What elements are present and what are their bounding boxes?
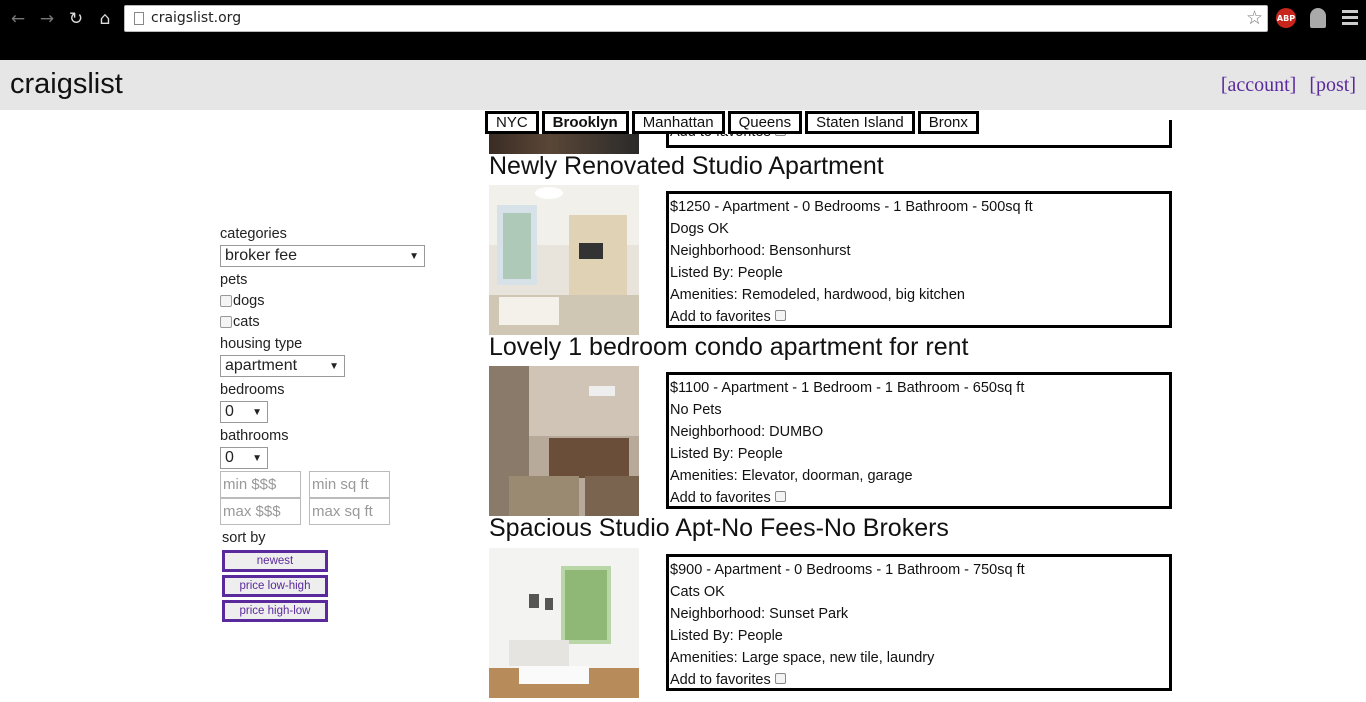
browser-toolbar: ← → ↻ ⌂ craigslist.org ☆ ABP xyxy=(0,0,1366,60)
bathrooms-selected-value: 0 xyxy=(225,449,234,466)
reload-icon[interactable]: ↻ xyxy=(65,8,87,30)
listing-pets: Cats OK xyxy=(670,584,725,600)
dropdown-arrow-icon: ▼ xyxy=(329,361,339,372)
listing-listed-by: Listed By: People xyxy=(670,265,783,281)
home-icon[interactable]: ⌂ xyxy=(94,8,116,30)
housing-type-selected-value: apartment xyxy=(225,357,298,374)
forward-arrow-icon[interactable]: → xyxy=(36,8,58,30)
add-to-favorites[interactable]: Add to favorites xyxy=(670,487,1169,509)
listing-pets: No Pets xyxy=(670,402,722,418)
tab-staten-island[interactable]: Staten Island xyxy=(805,111,915,134)
location-tabs: NYC Brooklyn Manhattan Queens Staten Isl… xyxy=(485,111,982,134)
listing-amenities: Amenities: Large space, new tile, laundr… xyxy=(670,650,935,666)
pets-option-dogs[interactable]: dogs xyxy=(220,293,264,309)
listing-pets: Dogs OK xyxy=(670,221,729,237)
site-header: craigslist [account] [post] xyxy=(0,60,1366,110)
pets-option-cats[interactable]: cats xyxy=(220,314,260,330)
bookmark-star-icon[interactable]: ☆ xyxy=(1246,7,1263,29)
listing-photo[interactable] xyxy=(489,185,639,335)
account-link[interactable]: [account] xyxy=(1221,74,1297,96)
bathrooms-label: bathrooms xyxy=(220,428,289,444)
bedrooms-selected-value: 0 xyxy=(225,403,234,420)
min-sqft-input[interactable]: min sq ft xyxy=(309,471,390,498)
tab-bronx[interactable]: Bronx xyxy=(917,111,979,134)
page-icon xyxy=(134,12,144,25)
listing-neighborhood: Neighborhood: Bensonhurst xyxy=(670,243,851,259)
bedrooms-select[interactable]: 0 ▼ xyxy=(220,401,268,423)
listing-title[interactable]: Spacious Studio Apt-No Fees-No Brokers xyxy=(489,514,949,543)
add-to-favorites-label: Add to favorites xyxy=(670,490,771,506)
add-to-favorites[interactable]: Add to favorites xyxy=(670,306,1169,328)
dogs-checkbox[interactable] xyxy=(220,295,232,307)
add-to-favorites[interactable]: Add to favorites xyxy=(670,669,1169,691)
listing-details: $900 - Apartment - 0 Bedrooms - 1 Bathro… xyxy=(666,554,1172,691)
dogs-label: dogs xyxy=(233,293,265,309)
listing-summary: $1100 - Apartment - 1 Bedroom - 1 Bathro… xyxy=(670,380,1025,396)
tab-nyc[interactable]: NYC xyxy=(485,111,539,134)
listing-summary: $900 - Apartment - 0 Bedrooms - 1 Bathro… xyxy=(670,562,1025,578)
cats-label: cats xyxy=(233,314,260,330)
housing-type-select[interactable]: apartment ▼ xyxy=(220,355,345,377)
back-arrow-icon[interactable]: ← xyxy=(7,8,29,30)
categories-label: categories xyxy=(220,226,287,242)
cats-checkbox[interactable] xyxy=(220,316,232,328)
listing-amenities: Amenities: Remodeled, hardwood, big kitc… xyxy=(670,287,965,303)
listing-amenities: Amenities: Elevator, doorman, garage xyxy=(670,468,913,484)
sort-newest-button[interactable]: newest xyxy=(222,550,328,572)
site-logo[interactable]: craigslist xyxy=(10,68,123,101)
ghostery-extension-icon[interactable] xyxy=(1310,8,1326,28)
tab-manhattan[interactable]: Manhattan xyxy=(631,111,725,134)
categories-select[interactable]: broker fee ▼ xyxy=(220,245,425,267)
dropdown-arrow-icon: ▼ xyxy=(409,251,419,262)
listing-title[interactable]: Newly Renovated Studio Apartment xyxy=(489,152,884,181)
listing-title[interactable]: Lovely 1 bedroom condo apartment for ren… xyxy=(489,333,968,362)
listing-listed-by: Listed By: People xyxy=(670,628,783,644)
browser-menu-icon[interactable] xyxy=(1342,10,1358,26)
tab-queens[interactable]: Queens xyxy=(727,111,803,134)
max-price-input[interactable]: max $$$ xyxy=(220,498,301,525)
listing-photo[interactable] xyxy=(489,366,639,516)
favorite-checkbox[interactable] xyxy=(774,310,786,321)
housing-type-label: housing type xyxy=(220,336,303,352)
categories-selected-value: broker fee xyxy=(225,247,298,264)
pets-label: pets xyxy=(220,272,248,288)
listing-neighborhood: Neighborhood: DUMBO xyxy=(670,424,824,440)
post-link[interactable]: [post] xyxy=(1309,74,1356,96)
bathrooms-select[interactable]: 0 ▼ xyxy=(220,447,268,469)
header-links: [account] [post] xyxy=(1213,74,1356,97)
listing-neighborhood: Neighborhood: Sunset Park xyxy=(670,606,849,622)
listing-details: $1100 - Apartment - 1 Bedroom - 1 Bathro… xyxy=(666,372,1172,509)
favorite-checkbox[interactable] xyxy=(774,673,786,684)
listing-listed-by: Listed By: People xyxy=(670,446,783,462)
add-to-favorites-label: Add to favorites xyxy=(670,672,771,688)
min-price-input[interactable]: min $$$ xyxy=(220,471,301,498)
dropdown-arrow-icon: ▼ xyxy=(252,407,262,418)
max-sqft-input[interactable]: max sq ft xyxy=(309,498,390,525)
bedrooms-label: bedrooms xyxy=(220,382,285,398)
favorite-checkbox[interactable] xyxy=(774,491,786,502)
sort-price-low-high-button[interactable]: price low-high xyxy=(222,575,328,597)
adblock-extension-icon[interactable]: ABP xyxy=(1276,8,1296,28)
add-to-favorites-label: Add to favorites xyxy=(670,309,771,325)
listing-summary: $1250 - Apartment - 0 Bedrooms - 1 Bathr… xyxy=(670,199,1033,215)
sort-price-high-low-button[interactable]: price high-low xyxy=(222,600,328,622)
listing-details: $1250 - Apartment - 0 Bedrooms - 1 Bathr… xyxy=(666,191,1172,328)
dropdown-arrow-icon: ▼ xyxy=(252,453,262,464)
address-bar[interactable]: craigslist.org ☆ xyxy=(124,5,1268,32)
tab-brooklyn[interactable]: Brooklyn xyxy=(541,111,629,134)
address-bar-url[interactable]: craigslist.org xyxy=(151,10,241,26)
sort-by-label: sort by xyxy=(222,530,266,546)
listing-photo[interactable] xyxy=(489,548,639,698)
